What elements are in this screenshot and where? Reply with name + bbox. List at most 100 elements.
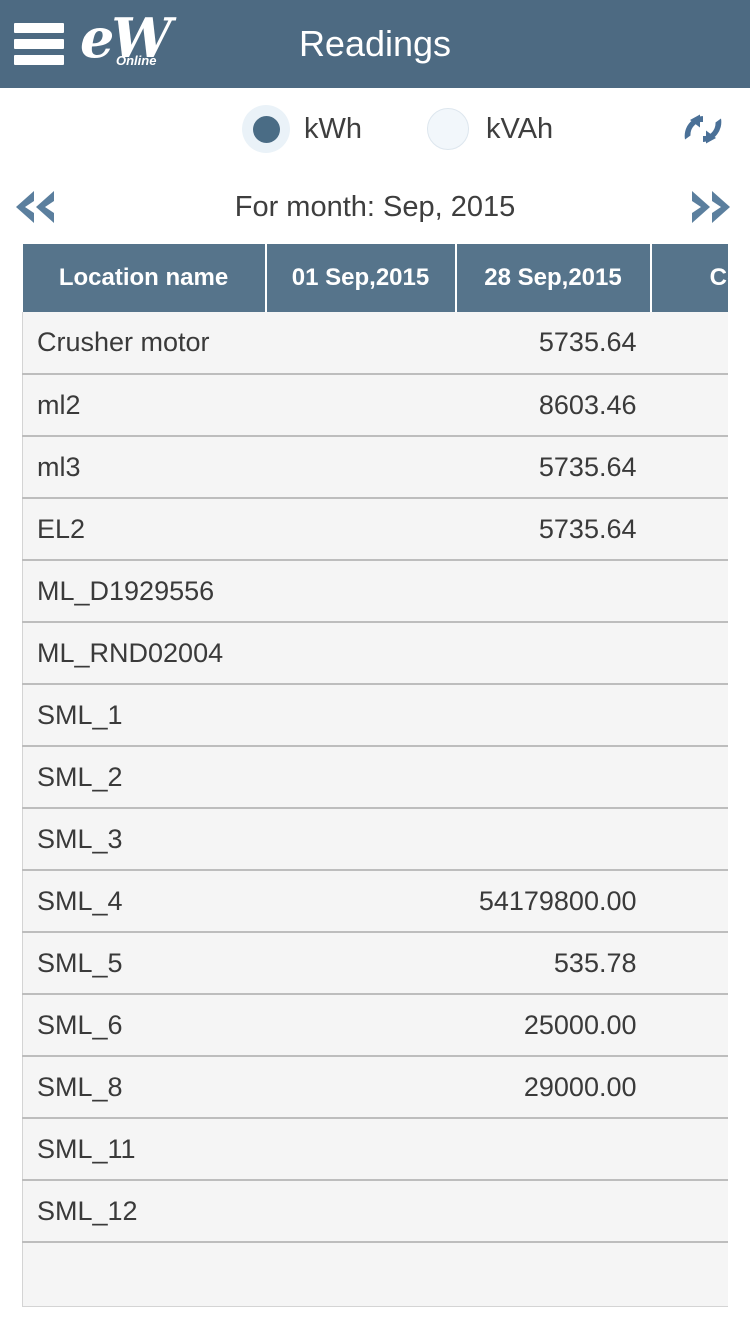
cell-location: SML_2 <box>22 746 266 809</box>
cell-date-end <box>455 684 651 747</box>
radio-option-kwh[interactable]: kWh <box>242 105 362 153</box>
cell-consumption <box>650 436 728 499</box>
table-row[interactable]: SML_6 25000.00 <box>22 994 728 1057</box>
cell-location: SML_6 <box>22 994 266 1057</box>
column-header-date-start[interactable]: 01 Sep,2015 <box>265 244 457 312</box>
cell-date-end <box>455 622 651 685</box>
radio-kvah-label: kVAh <box>486 112 554 145</box>
cell-consumption <box>650 932 728 995</box>
cell-location: ML_D1929556 <box>22 560 266 623</box>
table-row[interactable]: ML_RND02004 <box>22 622 728 685</box>
cell-consumption <box>650 1180 728 1243</box>
double-chevron-left-icon[interactable] <box>0 177 74 237</box>
radio-option-kvah[interactable]: kVAh <box>424 105 553 153</box>
cell-location: EL2 <box>22 498 266 561</box>
cell-date-end <box>455 560 651 623</box>
cell-consumption <box>650 808 728 871</box>
cell-location: SML_1 <box>22 684 266 747</box>
cell-date-end <box>455 746 651 809</box>
table-row[interactable]: SML_2 <box>22 746 728 809</box>
cell-location: SML_4 <box>22 870 266 933</box>
table-row[interactable]: ml2 8603.46 <box>22 374 728 437</box>
cell-date-start <box>265 932 456 995</box>
readings-table-container[interactable]: Location name 01 Sep,2015 28 Sep,2015 Co… <box>22 244 728 1307</box>
cell-location: SML_11 <box>22 1118 266 1181</box>
cell-location: Crusher motor <box>22 312 266 375</box>
cell-date-start <box>265 746 456 809</box>
cell-date-start <box>265 870 456 933</box>
cell-date-start <box>265 498 456 561</box>
cell-date-end: 5735.64 <box>455 436 651 499</box>
cell-date-start <box>265 684 456 747</box>
table-row[interactable]: Crusher motor 5735.64 <box>22 312 728 375</box>
radio-kwh-control[interactable] <box>242 105 290 153</box>
table-row[interactable]: SML_5 535.78 <box>22 932 728 995</box>
column-header-location[interactable]: Location name <box>22 244 267 312</box>
cell-location: SML_8 <box>22 1056 266 1119</box>
table-header-row: Location name 01 Sep,2015 28 Sep,2015 Co… <box>22 244 728 312</box>
double-chevron-right-icon[interactable] <box>672 177 746 237</box>
cell-consumption <box>650 622 728 685</box>
table-row[interactable]: SML_11 <box>22 1118 728 1181</box>
cell-location: ml3 <box>22 436 266 499</box>
cell-consumption <box>650 1242 728 1307</box>
table-row[interactable]: SML_4 54179800.00 <box>22 870 728 933</box>
cell-date-start <box>265 1180 456 1243</box>
table-row[interactable]: EL2 5735.64 <box>22 498 728 561</box>
unit-selector-row: kWh kVAh <box>0 88 750 170</box>
cell-location: ml2 <box>22 374 266 437</box>
logo-subtext: Online <box>116 53 157 68</box>
hamburger-bar-1 <box>14 23 64 33</box>
radio-kwh-selected-dot <box>252 115 280 143</box>
app-logo[interactable]: eW Online <box>80 11 172 75</box>
table-row[interactable]: ml3 5735.64 <box>22 436 728 499</box>
table-row[interactable]: SML_1 <box>22 684 728 747</box>
hamburger-bar-3 <box>14 55 64 65</box>
radio-kwh-label: kWh <box>304 112 362 145</box>
table-row[interactable]: SML_8 29000.00 <box>22 1056 728 1119</box>
cell-date-start <box>265 312 456 375</box>
table-row[interactable]: ML_D1929556 <box>22 560 728 623</box>
cell-date-start <box>265 808 456 871</box>
current-month-label: For month: Sep, 2015 <box>234 190 516 223</box>
table-row[interactable]: SML_3 <box>22 808 728 871</box>
cell-date-end <box>455 1118 651 1181</box>
cell-consumption <box>650 560 728 623</box>
cell-location: SML_3 <box>22 808 266 871</box>
cell-consumption <box>650 684 728 747</box>
cell-date-start <box>265 1056 456 1119</box>
cell-date-end: 535.78 <box>455 932 651 995</box>
cell-consumption <box>650 498 728 561</box>
cell-date-start <box>265 1242 456 1307</box>
cell-date-end <box>455 1180 651 1243</box>
column-header-date-end[interactable]: 28 Sep,2015 <box>455 244 652 312</box>
column-header-consumption[interactable]: Consumption <box>650 244 728 312</box>
table-row[interactable]: SML_12 <box>22 1180 728 1243</box>
hamburger-menu-icon[interactable] <box>14 23 64 65</box>
cell-date-end: 8603.46 <box>455 374 651 437</box>
refresh-sync-icon[interactable] <box>676 102 730 156</box>
cell-location: ML_RND02004 <box>22 622 266 685</box>
radio-kvah-control[interactable] <box>424 105 472 153</box>
cell-consumption <box>650 374 728 437</box>
readings-table: Location name 01 Sep,2015 28 Sep,2015 Co… <box>22 244 728 1307</box>
radio-kvah-empty-circle <box>427 108 469 150</box>
cell-location: SML_5 <box>22 932 266 995</box>
cell-date-start <box>265 1118 456 1181</box>
cell-date-start <box>265 994 456 1057</box>
cell-date-start <box>265 374 456 437</box>
cell-consumption <box>650 746 728 809</box>
cell-date-start <box>265 622 456 685</box>
table-row-empty[interactable] <box>22 1242 728 1307</box>
cell-date-end: 5735.64 <box>455 312 651 375</box>
cell-date-start <box>265 560 456 623</box>
cell-location <box>22 1242 266 1307</box>
cell-location: SML_12 <box>22 1180 266 1243</box>
hamburger-bar-2 <box>14 39 64 49</box>
cell-date-end <box>455 808 651 871</box>
cell-consumption <box>650 1056 728 1119</box>
cell-date-end: 54179800.00 <box>455 870 651 933</box>
cell-consumption <box>650 994 728 1057</box>
cell-consumption <box>650 1118 728 1181</box>
cell-consumption <box>650 312 728 375</box>
